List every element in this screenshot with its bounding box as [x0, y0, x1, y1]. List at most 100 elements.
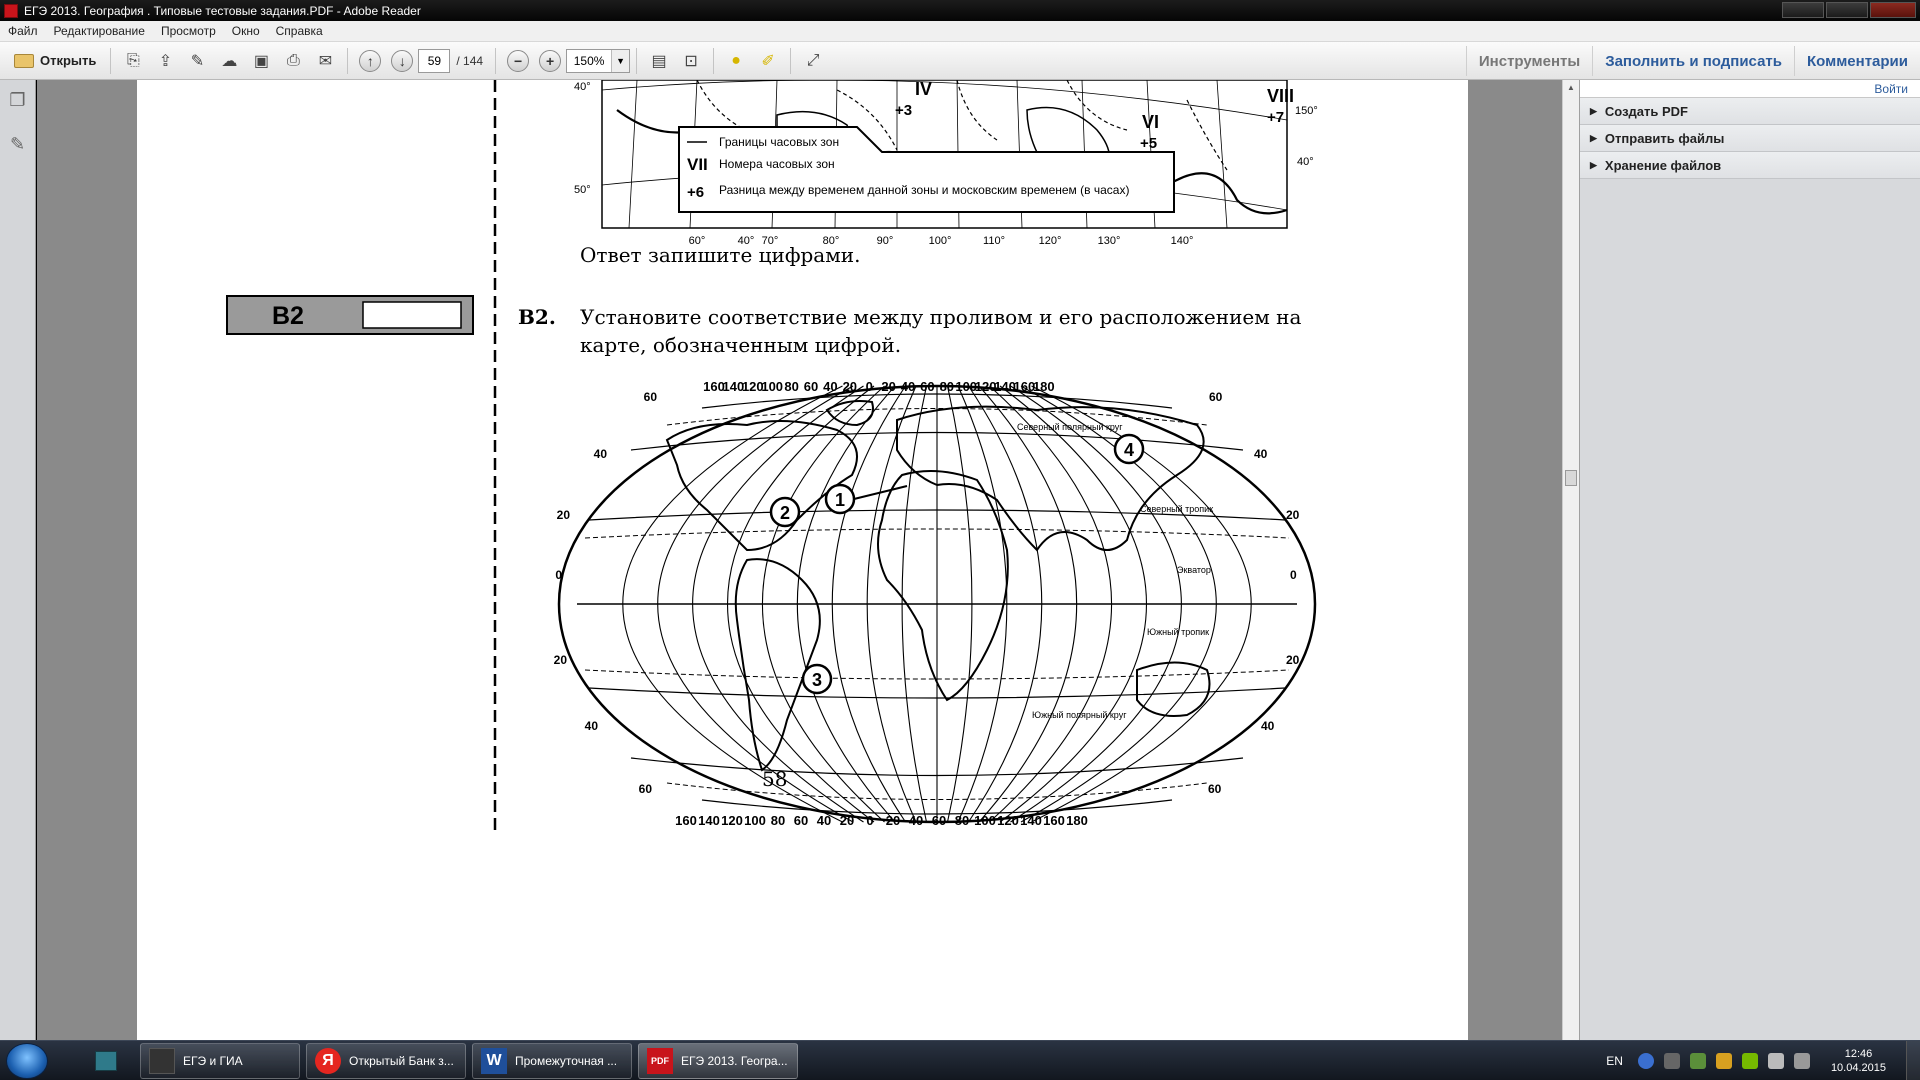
page-content: .mline { fill: none; stroke: #000; } .rt… — [226, 80, 1318, 835]
map2-lat-label-right: 20 — [1286, 508, 1300, 522]
arctic-circle-label: Северный полярный круг — [1017, 422, 1123, 432]
task-word[interactable]: W Промежуточная ... — [472, 1042, 632, 1079]
question-line2: карте, обозначенным цифрой. — [580, 333, 901, 357]
time-zone-map: IV +3 VI +5 VIII +7 40° 50° 150° 40° Гра… — [574, 80, 1318, 247]
previous-page-icon[interactable]: ↑ — [359, 49, 382, 72]
create-pdf-icon[interactable]: ⎘ — [119, 47, 147, 75]
volume-icon[interactable] — [1767, 1053, 1784, 1069]
chevron-down-icon[interactable]: ▼ — [611, 49, 630, 72]
menu-view[interactable]: Просмотр — [153, 24, 224, 38]
scroll-mode-icon[interactable]: ▤ — [645, 47, 673, 75]
map2-left-latitudes: 60 40 20 0 20 40 60 — [554, 390, 658, 796]
menu-window[interactable]: Окно — [224, 24, 268, 38]
map2-bottom-lon-label: 40 — [909, 813, 923, 828]
zone-vi: VI — [1142, 112, 1159, 132]
start-button[interactable] — [6, 1042, 48, 1079]
create-pdf-section[interactable]: ▶ Создать PDF — [1580, 98, 1920, 125]
edit-icon[interactable]: ✎ — [183, 47, 211, 75]
answer-box-label: B2 — [272, 302, 304, 330]
signin-link[interactable]: Войти — [1580, 80, 1920, 98]
send-files-section[interactable]: ▶ Отправить файлы — [1580, 125, 1920, 152]
minimize-button[interactable] — [1782, 2, 1824, 18]
network-icon[interactable] — [1689, 1053, 1706, 1069]
map2-lat-label-right: 40 — [1261, 719, 1275, 733]
close-button[interactable] — [1870, 2, 1916, 18]
fill-sign-button[interactable]: Заполнить и подписать — [1592, 46, 1794, 76]
save-icon[interactable]: ▣ — [247, 47, 275, 75]
language-indicator[interactable]: EN — [1606, 1054, 1623, 1068]
map1-lon-label: 100° — [929, 235, 952, 247]
tray-chevron-icon[interactable] — [1663, 1053, 1680, 1069]
page-thumbnails-icon[interactable]: ❐ — [7, 90, 29, 114]
answer-note: Ответ запишите цифрами. — [580, 243, 860, 267]
highlight-icon[interactable]: ✐ — [754, 47, 782, 75]
menu-help[interactable]: Справка — [268, 24, 331, 38]
email-icon[interactable]: ✉ — [311, 47, 339, 75]
page-number-input[interactable]: 59 — [418, 48, 451, 73]
power-icon[interactable] — [1793, 1053, 1810, 1069]
comments-button[interactable]: Комментарии — [1793, 46, 1920, 76]
map2-bottom-lon-label: 100 — [974, 813, 996, 828]
task-adobe-reader[interactable]: PDF ЕГЭ 2013. Геогра... — [638, 1042, 798, 1079]
open-button[interactable]: Открыть — [6, 47, 104, 75]
zoom-in-icon[interactable]: + — [539, 49, 562, 72]
map2-bottom-lon-label: 100 — [744, 813, 766, 828]
task-yandex[interactable]: Я Открытый Банк з... — [306, 1042, 466, 1079]
clock[interactable]: 12:46 10.04.2015 — [1831, 1047, 1886, 1075]
map2-lat-label-right: 20 — [1286, 653, 1300, 667]
document-viewport[interactable]: .mline { fill: none; stroke: #000; } .rt… — [37, 80, 1562, 1040]
maximize-button[interactable] — [1826, 2, 1868, 18]
tropic-cancer-label: Северный тропик — [1140, 504, 1213, 514]
cloud-upload-icon[interactable]: ☁ — [215, 47, 243, 75]
attachments-icon[interactable]: ✎ — [7, 134, 29, 158]
next-page-icon[interactable]: ↓ — [391, 49, 414, 72]
zoom-select[interactable]: 150% ▼ — [566, 48, 631, 73]
comment-icon[interactable]: ● — [722, 47, 750, 75]
full-screen-icon[interactable]: ⤢ — [799, 47, 827, 75]
fit-page-icon[interactable]: ⊡ — [677, 47, 705, 75]
tropic-capricorn-label: Южный тропик — [1147, 627, 1209, 637]
expand-triangle-icon: ▶ — [1590, 159, 1597, 170]
map2-top-lon-label: 20 — [843, 379, 857, 394]
task-explorer[interactable]: ЕГЭ и ГИА — [140, 1042, 300, 1079]
section-label: Хранение файлов — [1604, 157, 1722, 173]
show-desktop-button[interactable] — [1906, 1041, 1920, 1080]
svg-text:4: 4 — [1124, 440, 1134, 460]
yandex-icon: Я — [315, 1047, 341, 1074]
map2-bottom-lon-label: 60 — [932, 813, 946, 828]
nvidia-icon[interactable] — [1741, 1053, 1758, 1069]
export-pdf-icon[interactable]: ⇪ — [151, 47, 179, 75]
map2-right-latitudes: 60 40 20 0 20 40 60 — [1208, 390, 1300, 796]
map2-lat-label-left: 40 — [594, 447, 608, 461]
zone-viii: VIII — [1267, 86, 1294, 106]
scroll-thumb[interactable] — [1565, 470, 1577, 486]
help-icon[interactable] — [1637, 1053, 1654, 1069]
tools-button[interactable]: Инструменты — [1465, 46, 1592, 76]
expand-triangle-icon: ▶ — [1590, 132, 1597, 143]
map2-bottom-lon-label: 60 — [794, 813, 808, 828]
map1-lon-label: 120° — [1039, 235, 1062, 247]
print-icon[interactable]: ⎙ — [279, 47, 307, 75]
legend-symbol-plus6: +6 — [687, 184, 704, 201]
vertical-scrollbar[interactable]: ▲ — [1562, 80, 1579, 1040]
map2-top-lon-label: 40 — [823, 379, 837, 394]
map1-lon-label: 110° — [983, 235, 1005, 247]
open-label: Открыть — [40, 53, 97, 68]
svg-text:2: 2 — [780, 503, 790, 523]
flag-icon[interactable] — [1715, 1053, 1732, 1069]
menu-file[interactable]: Файл — [0, 24, 46, 38]
answer-input[interactable] — [362, 301, 462, 329]
map2-top-lon-label: 60 — [804, 379, 818, 394]
map1-lon-label: 90° — [877, 235, 894, 247]
map2-lat-label-left: 20 — [557, 508, 571, 522]
file-storage-section[interactable]: ▶ Хранение файлов — [1580, 152, 1920, 179]
question-number: B2. — [518, 305, 556, 329]
zoom-out-icon[interactable]: − — [507, 49, 530, 72]
pinned-app[interactable] — [78, 1043, 134, 1079]
scroll-up-icon[interactable]: ▲ — [1563, 80, 1579, 96]
map2-top-lon-label: 80 — [784, 379, 798, 394]
svg-text:1: 1 — [835, 490, 845, 510]
task-label: Открытый Банк з... — [349, 1053, 454, 1068]
legend-line2: Номера часовых зон — [719, 157, 835, 171]
menu-edit[interactable]: Редактирование — [46, 24, 153, 38]
